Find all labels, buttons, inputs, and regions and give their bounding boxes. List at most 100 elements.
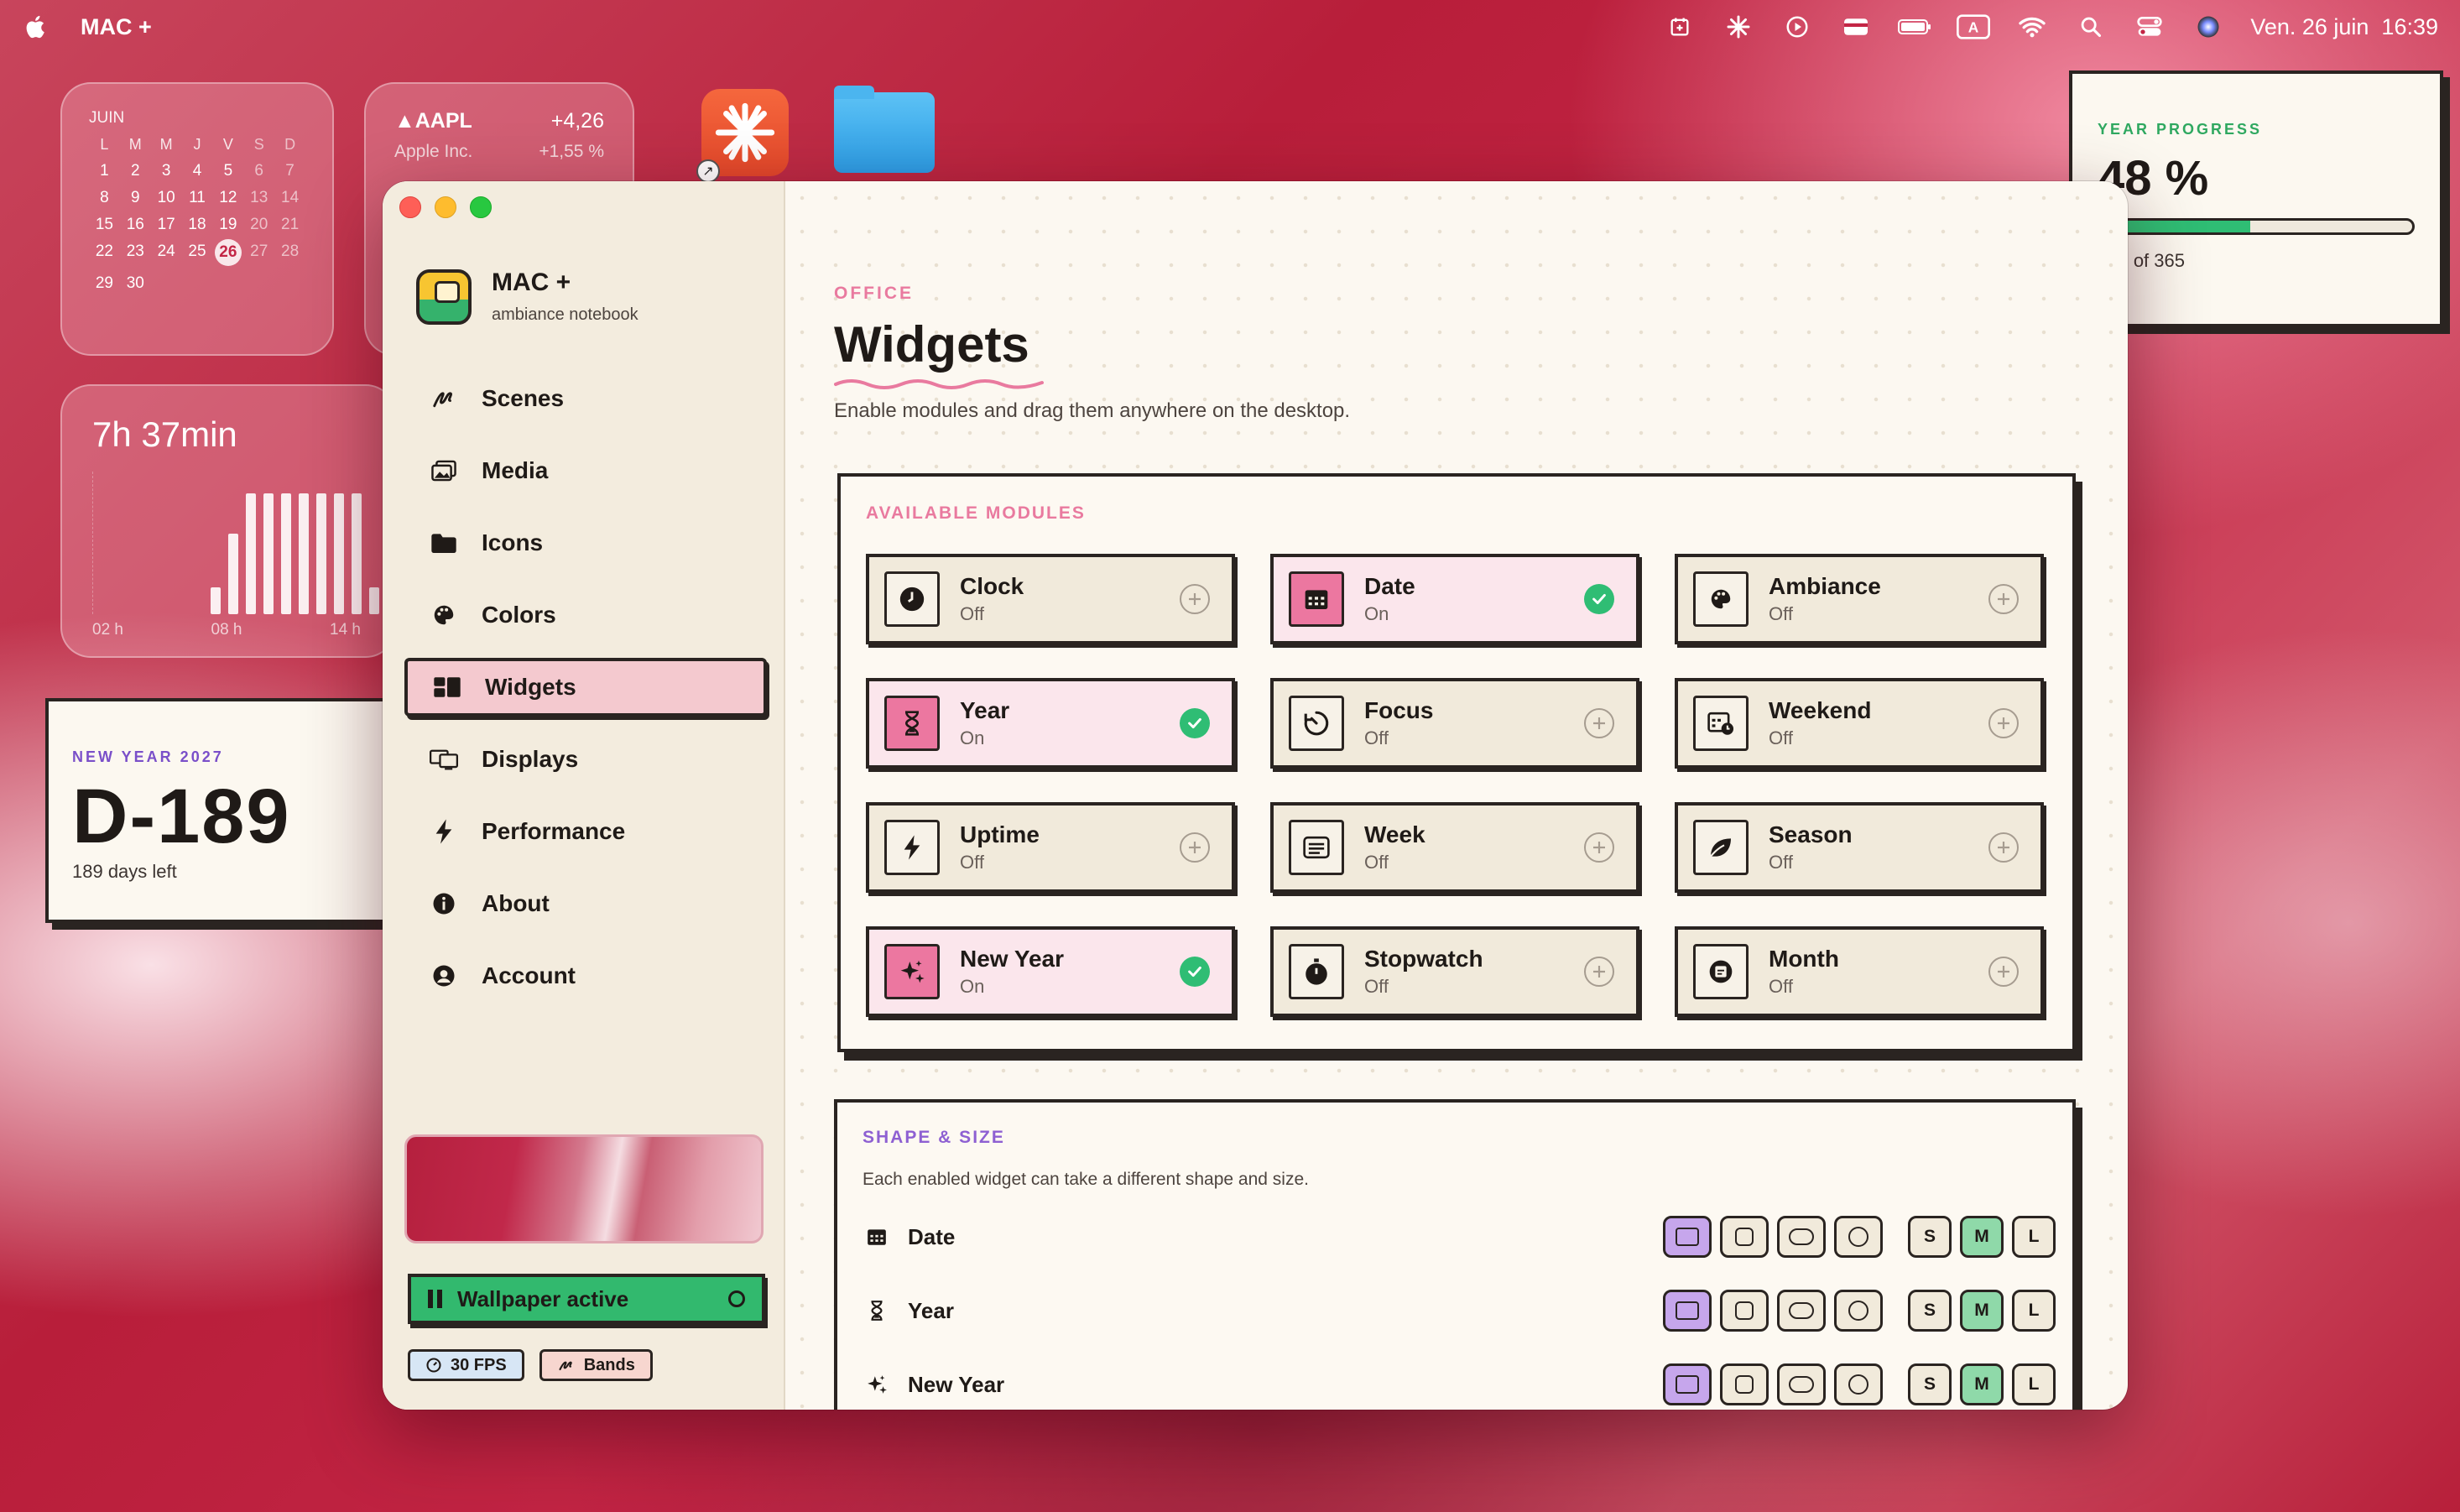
calendar-day[interactable]: 1 (89, 162, 120, 180)
module-tile-year[interactable]: Year On (866, 678, 1235, 769)
add-icon[interactable] (1180, 832, 1210, 863)
add-icon[interactable] (1584, 832, 1614, 863)
calendar-day[interactable]: 2 (120, 162, 151, 180)
battery-icon[interactable] (1898, 14, 1931, 39)
shape-option-circle-shape[interactable] (1834, 1290, 1883, 1332)
siri-icon[interactable] (2192, 14, 2225, 39)
module-tile-date[interactable]: Date On (1270, 554, 1639, 644)
calendar-day[interactable]: 15 (89, 216, 120, 234)
calendar-day[interactable]: 11 (182, 189, 213, 207)
calendar-day[interactable]: 16 (120, 216, 151, 234)
shape-option-square-shape[interactable] (1663, 1216, 1712, 1258)
sidebar-item-performance[interactable]: Performance (404, 802, 767, 861)
add-icon[interactable] (1988, 708, 2019, 738)
calendar-day[interactable]: 21 (274, 216, 305, 234)
size-option-m[interactable]: M (1960, 1290, 2004, 1332)
calendar-day[interactable]: 9 (120, 189, 151, 207)
size-option-s[interactable]: S (1908, 1216, 1952, 1258)
calendar-widget[interactable]: JUIN L M M J V S D 1 2 3 4 5 6 7 8 9 10 11 12 13 14 15 16 17 18 1… (60, 82, 334, 356)
calendar-day[interactable]: 27 (243, 242, 274, 266)
shape-option-pill-shape[interactable] (1777, 1363, 1826, 1405)
calendar-day[interactable]: 24 (151, 242, 182, 266)
calendar-day[interactable]: 5 (212, 162, 243, 180)
add-icon[interactable] (1988, 957, 2019, 987)
wallpaper-toggle-button[interactable]: Wallpaper active (408, 1274, 765, 1324)
close-button[interactable] (399, 196, 421, 218)
app-launcher-icon[interactable]: ↗ (696, 89, 789, 183)
calendar-day[interactable]: 26 (212, 239, 243, 266)
calendar-day[interactable]: 14 (274, 189, 305, 207)
size-option-l[interactable]: L (2012, 1290, 2056, 1332)
size-option-l[interactable]: L (2012, 1363, 2056, 1405)
calendar-day[interactable]: 19 (212, 216, 243, 234)
calendar-plus-icon[interactable] (1663, 14, 1696, 39)
module-tile-stopwatch[interactable]: Stopwatch Off (1270, 926, 1639, 1017)
folder-icon[interactable] (834, 86, 935, 173)
add-icon[interactable] (1988, 832, 2019, 863)
play-circle-icon[interactable] (1780, 14, 1814, 39)
sidebar-item-media[interactable]: Media (404, 441, 767, 500)
size-option-m[interactable]: M (1960, 1216, 2004, 1258)
calendar-day[interactable]: 10 (151, 189, 182, 207)
check-icon[interactable] (1180, 708, 1210, 738)
sidebar-item-icons[interactable]: Icons (404, 514, 767, 572)
sidebar-item-colors[interactable]: Colors (404, 586, 767, 644)
module-tile-focus[interactable]: Focus Off (1270, 678, 1639, 769)
wallet-icon[interactable] (1839, 14, 1873, 39)
check-icon[interactable] (1584, 584, 1614, 614)
size-option-s[interactable]: S (1908, 1290, 1952, 1332)
module-tile-week[interactable]: Week Off (1270, 802, 1639, 893)
module-tile-uptime[interactable]: Uptime Off (866, 802, 1235, 893)
input-source-icon[interactable]: A (1957, 14, 1991, 39)
add-icon[interactable] (1180, 584, 1210, 614)
add-icon[interactable] (1584, 708, 1614, 738)
shape-option-rounded-shape[interactable] (1720, 1363, 1769, 1405)
shape-option-circle-shape[interactable] (1834, 1363, 1883, 1405)
wifi-icon[interactable] (2015, 14, 2049, 39)
calendar-day[interactable]: 13 (243, 189, 274, 207)
shape-option-pill-shape[interactable] (1777, 1216, 1826, 1258)
search-icon[interactable] (2074, 14, 2108, 39)
calendar-day[interactable]: 25 (182, 242, 213, 266)
module-tile-month[interactable]: Month Off (1675, 926, 2044, 1017)
shape-option-square-shape[interactable] (1663, 1290, 1712, 1332)
size-option-l[interactable]: L (2012, 1216, 2056, 1258)
calendar-day[interactable]: 4 (182, 162, 213, 180)
calendar-day[interactable]: 28 (274, 242, 305, 266)
calendar-day[interactable]: 6 (243, 162, 274, 180)
calendar-today[interactable]: 26 (214, 239, 242, 266)
check-icon[interactable] (1180, 957, 1210, 987)
sidebar-item-account[interactable]: Account (404, 946, 767, 1005)
bands-badge[interactable]: Bands (539, 1349, 653, 1381)
add-icon[interactable] (1988, 584, 2019, 614)
module-tile-ambiance[interactable]: Ambiance Off (1675, 554, 2044, 644)
module-tile-clock[interactable]: Clock Off (866, 554, 1235, 644)
menubar-app-name[interactable]: MAC + (81, 14, 152, 40)
calendar-day[interactable]: 17 (151, 216, 182, 234)
calendar-day[interactable]: 12 (212, 189, 243, 207)
fps-badge[interactable]: 30 FPS (408, 1349, 524, 1381)
control-center-icon[interactable] (2133, 14, 2166, 39)
sparkle-icon[interactable] (1722, 14, 1755, 39)
calendar-day[interactable]: 18 (182, 216, 213, 234)
sidebar-item-widgets[interactable]: Widgets (404, 658, 767, 717)
size-option-m[interactable]: M (1960, 1363, 2004, 1405)
module-tile-new-year[interactable]: New Year On (866, 926, 1235, 1017)
shape-option-rounded-shape[interactable] (1720, 1290, 1769, 1332)
shape-option-square-shape[interactable] (1663, 1363, 1712, 1405)
calendar-day[interactable]: 8 (89, 189, 120, 207)
module-tile-weekend[interactable]: Weekend Off (1675, 678, 2044, 769)
calendar-day[interactable]: 29 (89, 274, 120, 293)
minimize-button[interactable] (435, 196, 456, 218)
sidebar-item-scenes[interactable]: Scenes (404, 369, 767, 428)
screen-time-widget[interactable]: 7h 37min 02 h 08 h 14 h (60, 384, 396, 658)
calendar-day[interactable]: 7 (274, 162, 305, 180)
calendar-day[interactable]: 23 (120, 242, 151, 266)
new-year-widget[interactable]: NEW YEAR 2027 D-189 189 days left (45, 698, 431, 923)
sidebar-item-displays[interactable]: Displays (404, 730, 767, 789)
module-tile-season[interactable]: Season Off (1675, 802, 2044, 893)
add-icon[interactable] (1584, 957, 1614, 987)
apple-icon[interactable] (22, 13, 50, 41)
sidebar-item-about[interactable]: About (404, 874, 767, 933)
zoom-button[interactable] (470, 196, 492, 218)
